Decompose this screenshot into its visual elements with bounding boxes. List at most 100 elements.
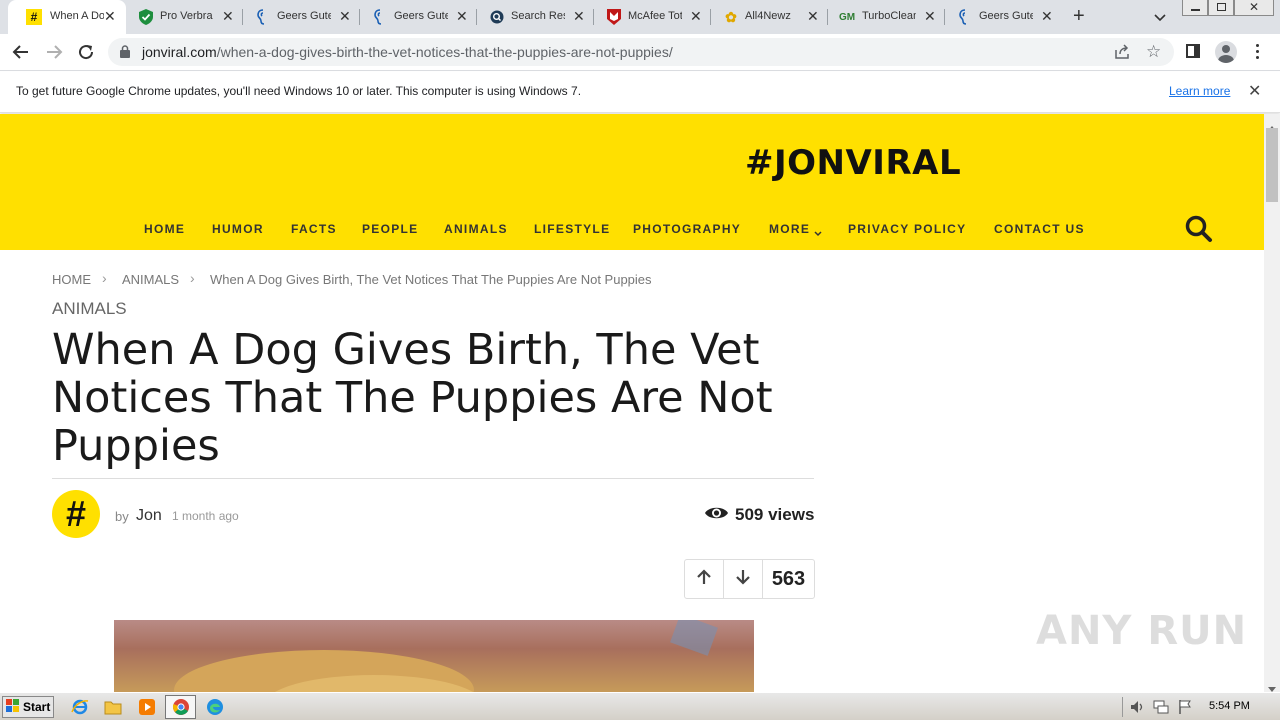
close-window-button[interactable]: ✕ bbox=[1234, 0, 1274, 16]
update-infobar: To get future Google Chrome updates, you… bbox=[0, 72, 1280, 113]
browser-toolbar: jonviral.com/when-a-dog-gives-birth-the-… bbox=[0, 34, 1280, 71]
downvote-button[interactable] bbox=[724, 560, 763, 598]
url-host: jonviral.com bbox=[142, 44, 217, 60]
close-tab-icon[interactable]: ✕ bbox=[924, 8, 936, 24]
ie-icon[interactable] bbox=[71, 698, 89, 721]
infobar-message: To get future Google Chrome updates, you… bbox=[16, 84, 582, 98]
search-icon[interactable] bbox=[1184, 214, 1214, 244]
profile-avatar-icon[interactable] bbox=[1215, 41, 1237, 63]
tab-1[interactable]: Pro Verbra ✕ bbox=[126, 0, 242, 34]
nav-facts[interactable]: FACTS bbox=[291, 222, 337, 236]
file-explorer-icon[interactable] bbox=[104, 699, 122, 720]
author-name[interactable]: Jon bbox=[136, 507, 162, 525]
url-text[interactable]: jonviral.com/when-a-dog-gives-birth-the-… bbox=[142, 44, 673, 60]
nav-animals[interactable]: ANIMALS bbox=[444, 222, 508, 236]
chrome-taskbar-button[interactable] bbox=[165, 695, 196, 719]
tab-3[interactable]: Geers Gute ✕ bbox=[360, 0, 476, 34]
tab-search-icon[interactable] bbox=[1154, 9, 1166, 27]
scroll-thumb[interactable] bbox=[1266, 128, 1278, 202]
nav-more[interactable]: MORE bbox=[769, 222, 810, 236]
tab-title: When A Do bbox=[50, 10, 104, 22]
arrow-down-icon bbox=[734, 568, 752, 591]
windows-taskbar: Start 5:54 PM bbox=[0, 692, 1280, 720]
tab-5[interactable]: McAfee Tot ✕ bbox=[594, 0, 710, 34]
site-header: #JONVIRAL HOME HUMOR FACTS PEOPLE ANIMAL… bbox=[0, 114, 1264, 250]
vote-widget: 563 bbox=[684, 559, 815, 599]
site-logo[interactable]: #JONVIRAL bbox=[745, 143, 961, 183]
tab-7[interactable]: GM TurboClean ✕ bbox=[828, 0, 944, 34]
nav-contact-us[interactable]: CONTACT US bbox=[994, 222, 1085, 236]
post-time: 1 month ago bbox=[172, 509, 239, 523]
nav-photography[interactable]: PHOTOGRAPHY bbox=[633, 222, 741, 236]
back-button[interactable] bbox=[12, 43, 30, 66]
address-bar[interactable]: jonviral.com/when-a-dog-gives-birth-the-… bbox=[108, 38, 1174, 66]
reload-button[interactable] bbox=[77, 43, 95, 66]
article-category[interactable]: ANIMALS bbox=[52, 299, 127, 319]
gm-icon: GM bbox=[838, 11, 856, 23]
close-tab-icon[interactable]: ✕ bbox=[690, 8, 702, 24]
close-tab-icon[interactable]: ✕ bbox=[1041, 8, 1053, 24]
upvote-button[interactable] bbox=[685, 560, 724, 598]
tab-6[interactable]: ✿ All4Newz ✕ bbox=[711, 0, 827, 34]
close-tab-icon[interactable]: ✕ bbox=[222, 8, 234, 24]
breadcrumb-animals[interactable]: ANIMALS bbox=[122, 272, 179, 287]
restore-button[interactable] bbox=[1208, 0, 1234, 16]
ear-icon bbox=[957, 9, 973, 25]
web-page: #JONVIRAL HOME HUMOR FACTS PEOPLE ANIMAL… bbox=[0, 114, 1264, 692]
nav-humor[interactable]: HUMOR bbox=[212, 222, 264, 236]
close-tab-icon[interactable]: ✕ bbox=[573, 8, 585, 24]
tab-2[interactable]: Geers Gute ✕ bbox=[243, 0, 359, 34]
watermark-logo: ANY RUN bbox=[1036, 608, 1248, 654]
tab-title: Pro Verbra bbox=[160, 10, 213, 22]
bookmark-star-icon[interactable]: ☆ bbox=[1146, 42, 1161, 62]
breadcrumb-current: When A Dog Gives Birth, The Vet Notices … bbox=[210, 272, 652, 287]
windows-logo-icon bbox=[6, 698, 20, 716]
nav-home[interactable]: HOME bbox=[144, 222, 185, 236]
tab-8[interactable]: Geers Gute ✕ bbox=[945, 0, 1061, 34]
learn-more-link[interactable]: Learn more bbox=[1169, 84, 1230, 98]
tab-title: Geers Gute bbox=[394, 10, 448, 22]
ear-icon bbox=[372, 9, 388, 25]
close-tab-icon[interactable]: ✕ bbox=[104, 8, 116, 24]
close-tab-icon[interactable]: ✕ bbox=[456, 8, 468, 24]
nav-people[interactable]: PEOPLE bbox=[362, 222, 418, 236]
page-scrollbar[interactable] bbox=[1264, 114, 1280, 692]
author-avatar[interactable]: # bbox=[52, 490, 100, 538]
side-panel-icon[interactable] bbox=[1186, 44, 1200, 58]
menu-kebab-icon[interactable] bbox=[1256, 44, 1260, 60]
forward-button[interactable] bbox=[45, 43, 63, 66]
article-image bbox=[114, 620, 754, 692]
taskbar-clock[interactable]: 5:54 PM bbox=[1209, 700, 1250, 712]
window-controls: ✕ bbox=[1182, 0, 1274, 18]
divider bbox=[52, 478, 814, 479]
tab-4[interactable]: Search Res ✕ bbox=[477, 0, 593, 34]
arrow-up-icon bbox=[695, 568, 713, 591]
tab-title: Geers Gute bbox=[979, 10, 1033, 22]
volume-icon[interactable] bbox=[1129, 699, 1145, 720]
eye-icon bbox=[704, 505, 729, 526]
breadcrumb-home[interactable]: HOME bbox=[52, 272, 91, 287]
flower-icon: ✿ bbox=[725, 8, 737, 25]
tab-title: Search Res bbox=[511, 10, 565, 22]
start-button[interactable]: Start bbox=[2, 696, 54, 718]
tab-0[interactable]: # When A Do ✕ bbox=[8, 0, 126, 34]
vote-count: 563 bbox=[771, 567, 806, 590]
shield-icon bbox=[138, 9, 154, 25]
chevron-right-icon: › bbox=[102, 270, 107, 286]
close-tab-icon[interactable]: ✕ bbox=[339, 8, 351, 24]
share-icon[interactable] bbox=[1114, 44, 1130, 65]
chrome-icon bbox=[172, 698, 190, 721]
minimize-button[interactable] bbox=[1182, 0, 1208, 16]
action-center-flag-icon[interactable] bbox=[1177, 699, 1193, 720]
nav-lifestyle[interactable]: LIFESTYLE bbox=[534, 222, 610, 236]
infobar-close-icon[interactable]: ✕ bbox=[1248, 81, 1261, 101]
tab-title: TurboClean bbox=[862, 10, 916, 22]
new-tab-button[interactable]: + bbox=[1073, 5, 1085, 28]
network-icon[interactable] bbox=[1153, 699, 1169, 720]
media-player-icon[interactable] bbox=[138, 698, 156, 721]
close-tab-icon[interactable]: ✕ bbox=[807, 8, 819, 24]
lock-icon[interactable] bbox=[120, 45, 130, 63]
nav-privacy-policy[interactable]: PRIVACY POLICY bbox=[848, 222, 966, 236]
edge-icon[interactable] bbox=[206, 698, 224, 721]
tab-strip: # When A Do ✕ Pro Verbra ✕ Geers Gute ✕ … bbox=[0, 0, 1280, 34]
